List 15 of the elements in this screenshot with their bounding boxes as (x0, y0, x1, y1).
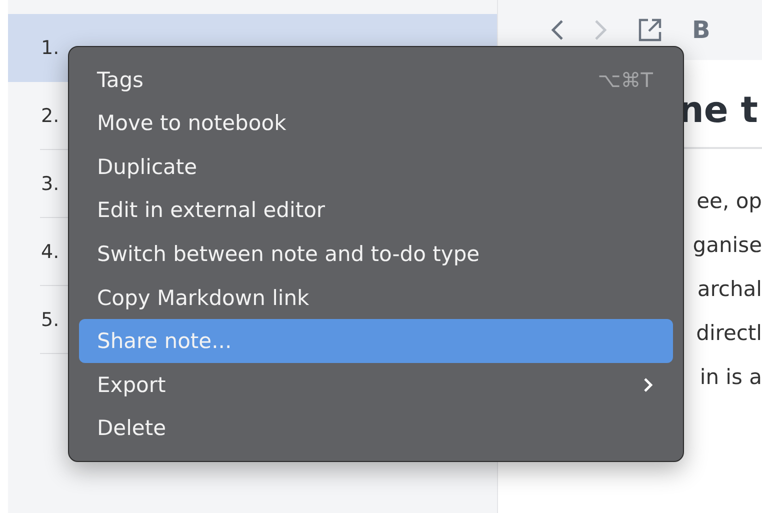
menu-item-label: Duplicate (97, 154, 198, 179)
menu-item-label: Copy Markdown link (97, 286, 310, 310)
note-text-line: archal (697, 276, 762, 303)
menu-item-label: Export (97, 372, 166, 397)
menu-item-label: Share note... (97, 329, 232, 354)
menu-item-label: Delete (97, 416, 166, 440)
menu-item-label: Move to notebook (97, 111, 286, 136)
note-text-line: ganise (692, 232, 762, 259)
note-text-line: directl (696, 320, 762, 347)
shortcut-label: ⌥⌘T (598, 68, 653, 92)
note-text-line: ee, op (696, 188, 762, 215)
menu-item-label: Edit in external editor (97, 198, 326, 222)
note-text-line: in is a (700, 364, 762, 391)
menu-item-label: Switch between note and to-do type (97, 242, 480, 266)
menu-item-label: Tags (97, 68, 144, 92)
